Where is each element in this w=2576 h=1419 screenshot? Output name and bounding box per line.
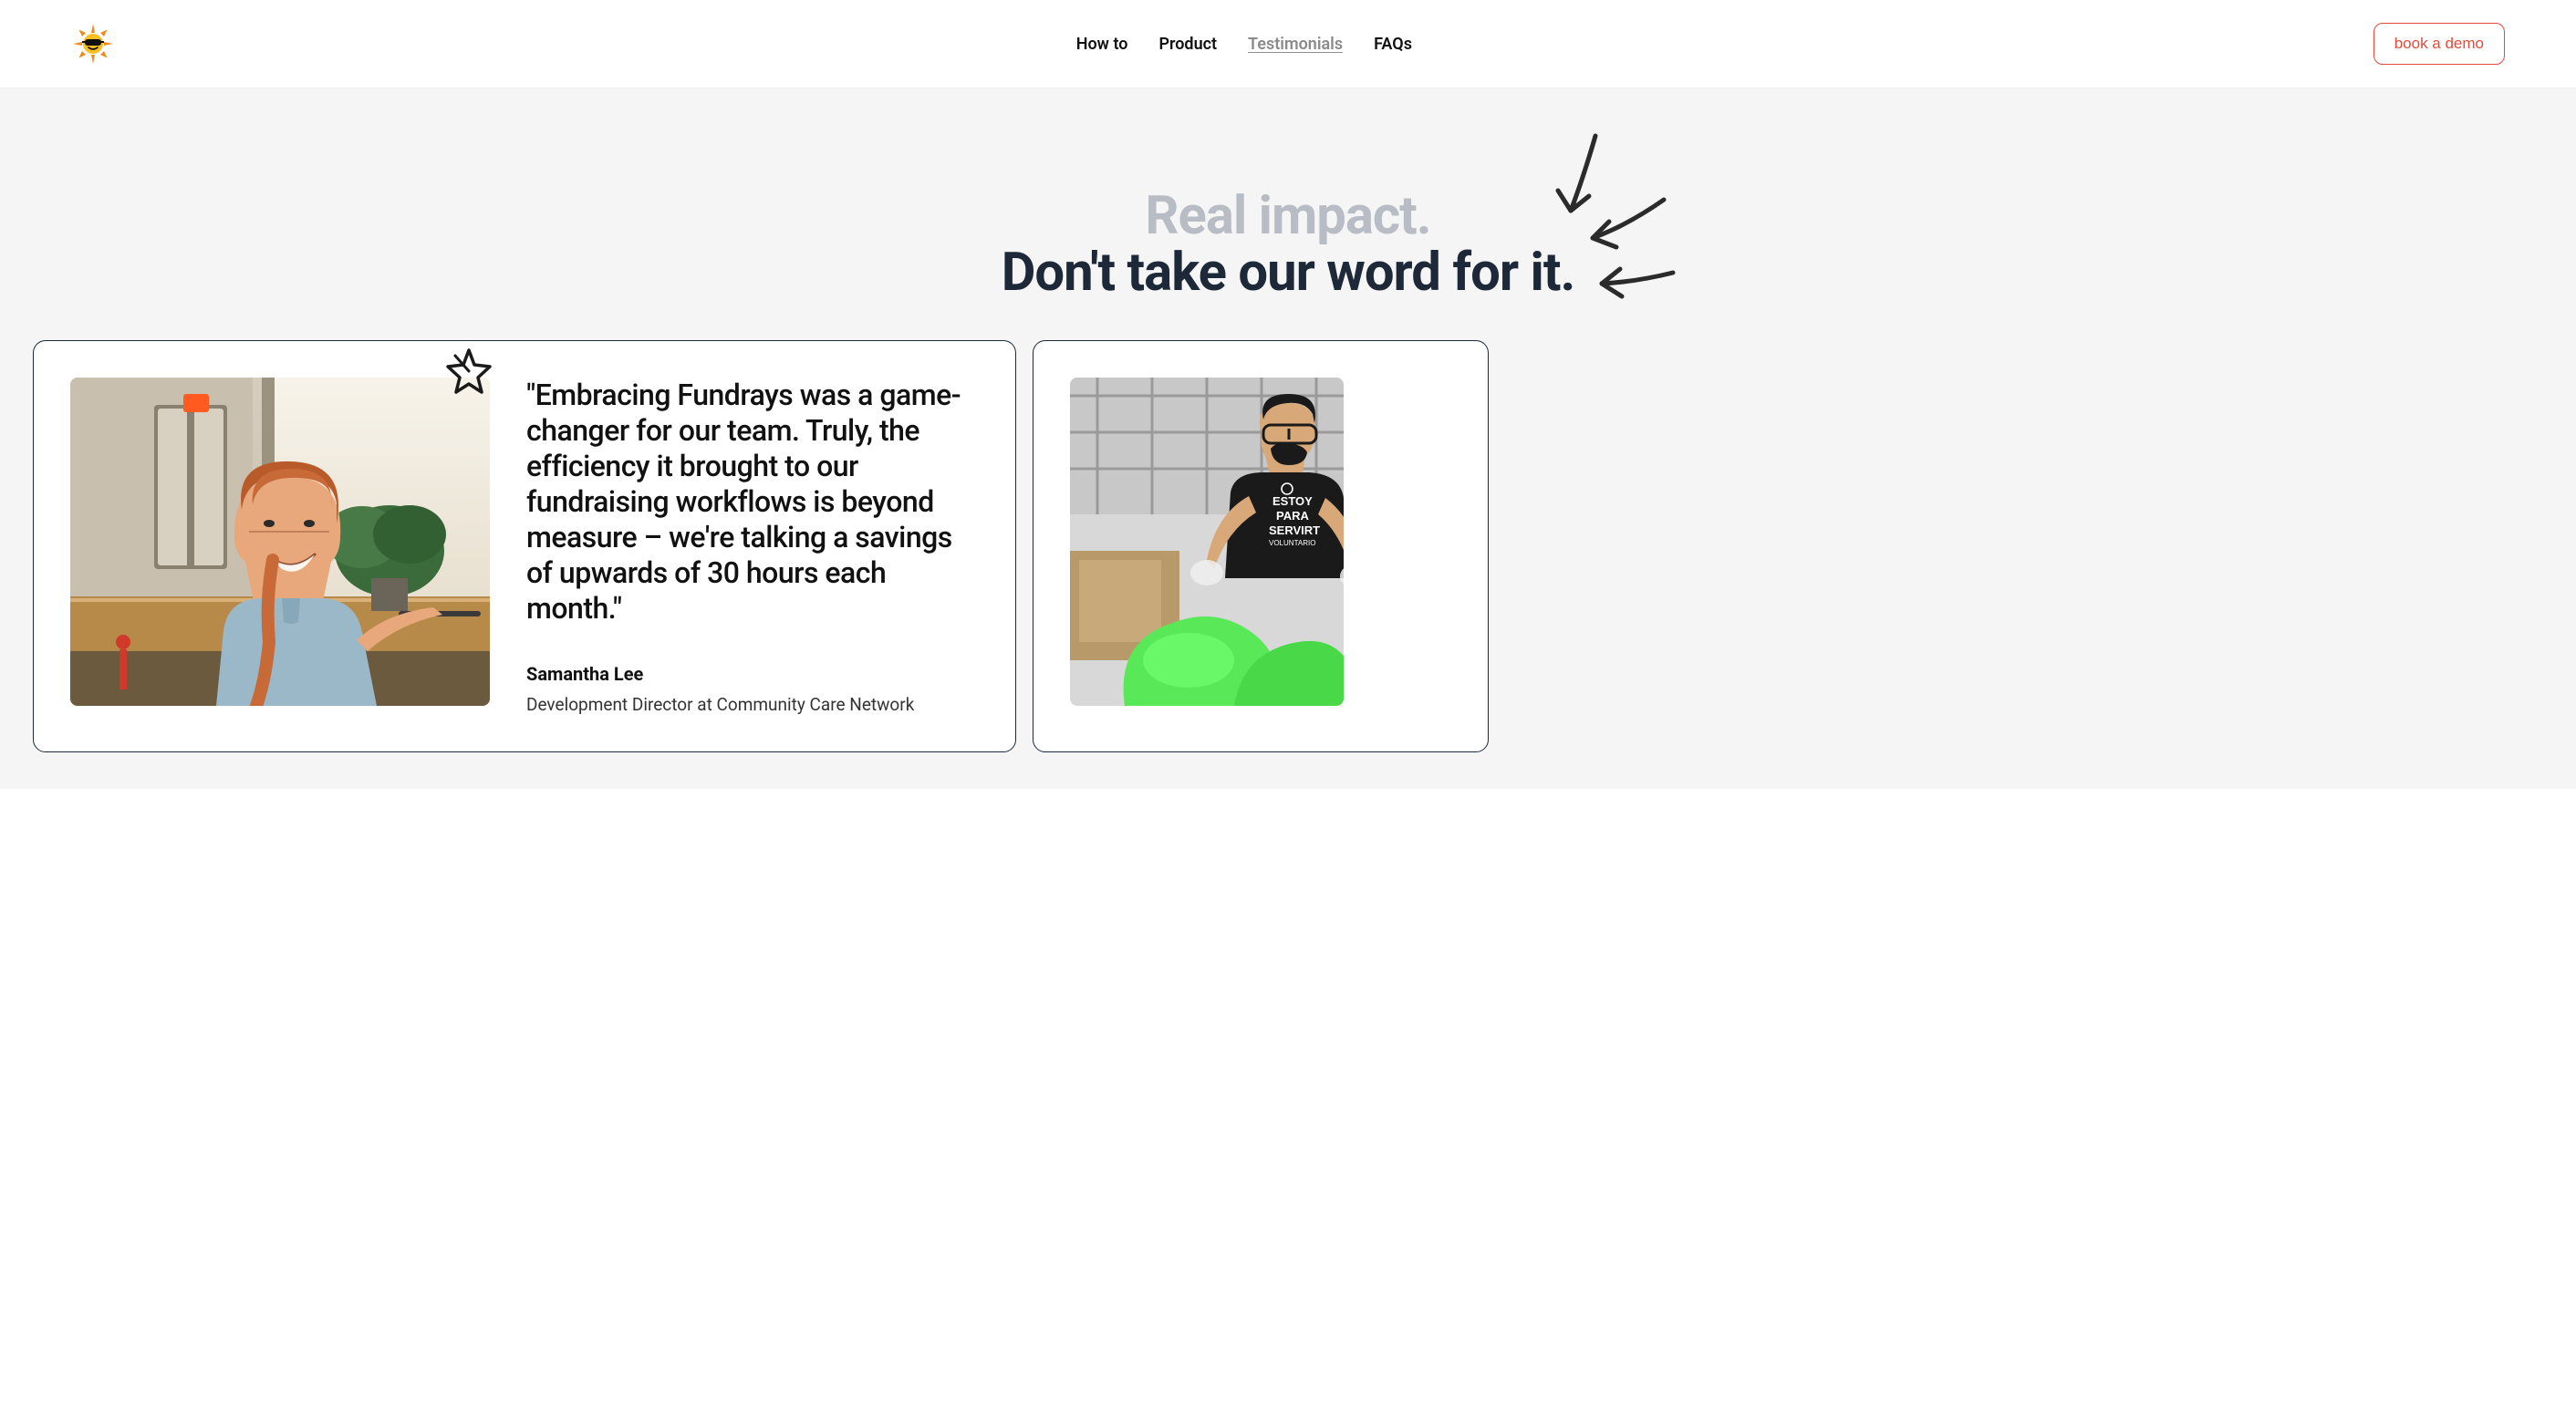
testimonial-quote: "Embracing Fundrays was a game-changer f… <box>526 378 979 627</box>
svg-text:VOLUNTARIO: VOLUNTARIO <box>1269 539 1315 547</box>
nav-link-faqs[interactable]: FAQs <box>1374 35 1412 54</box>
nav-link-product[interactable]: Product <box>1158 35 1217 54</box>
book-demo-button[interactable]: book a demo <box>2373 23 2505 65</box>
svg-text:PARA: PARA <box>1276 509 1309 523</box>
nav-link-testimonials[interactable]: Testimonials <box>1248 35 1343 54</box>
brand-logo[interactable] <box>71 22 115 66</box>
testimonial-card: ESTOY PARA SERVIRT VOLUNTARIO <box>1033 340 1489 752</box>
testimonial-content <box>1380 378 1451 715</box>
testimonials-hero: Real impact. Don't take our word for it. <box>0 88 2576 331</box>
testimonial-content: "Embracing Fundrays was a game-changer f… <box>526 378 979 715</box>
nav-links: How to Product Testimonials FAQs <box>1076 35 1412 54</box>
testimonial-photo <box>70 378 490 706</box>
hero-line-2: Don't take our word for it. <box>1002 242 1575 304</box>
svg-text:SERVIRT: SERVIRT <box>1269 523 1320 537</box>
testimonial-author-name: Samantha Lee <box>526 663 979 685</box>
testimonial-author-title: Development Director at Community Care N… <box>526 694 979 715</box>
testimonial-photo: ESTOY PARA SERVIRT VOLUNTARIO <box>1070 378 1344 706</box>
nav-link-howto[interactable]: How to <box>1076 35 1128 54</box>
top-nav: How to Product Testimonials FAQs book a … <box>0 0 2576 88</box>
hero-line-1: Real impact. <box>1002 185 1575 247</box>
testimonial-card: "Embracing Fundrays was a game-changer f… <box>33 340 1016 752</box>
testimonials-carousel: "Embracing Fundrays was a game-changer f… <box>0 331 2576 789</box>
svg-text:ESTOY: ESTOY <box>1272 494 1313 508</box>
